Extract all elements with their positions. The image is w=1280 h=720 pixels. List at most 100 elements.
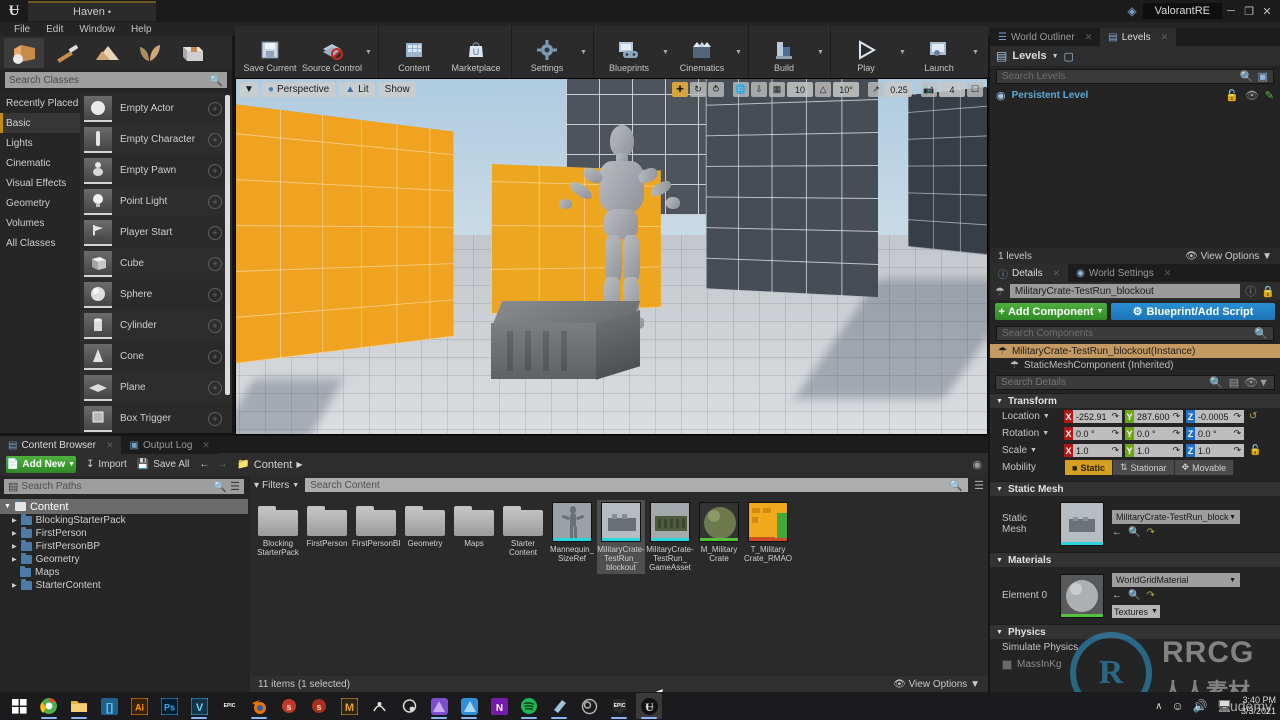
taskbar-app-substance-painter[interactable]: s: [276, 693, 302, 719]
reset-icon[interactable]: ↷: [1172, 411, 1180, 422]
section-static-mesh[interactable]: ▼ Static Mesh: [990, 481, 1280, 496]
marketplace-button[interactable]: U Marketplace: [445, 26, 507, 78]
tab-content-browser[interactable]: ▤ Content Browser ✕: [0, 436, 122, 454]
add-actor-icon[interactable]: +: [208, 411, 222, 426]
asset-view-options-icon[interactable]: ☰: [974, 479, 984, 492]
level-tab-haven[interactable]: Haven •: [28, 1, 156, 21]
tree-node-startercontent[interactable]: ▶ StarterContent: [0, 579, 248, 592]
menu-edit[interactable]: Edit: [38, 24, 71, 35]
content-search-input[interactable]: [310, 479, 950, 491]
section-physics[interactable]: ▼ Physics: [990, 624, 1280, 639]
back-icon[interactable]: ←: [199, 459, 209, 470]
close-icon[interactable]: ✕: [1164, 268, 1172, 279]
taskbar-app-onenote[interactable]: N: [486, 693, 512, 719]
mobility-static[interactable]: ■ Static: [1065, 460, 1113, 475]
grid-icon[interactable]: ▦: [769, 82, 785, 97]
actor-item-cube[interactable]: Cube +: [80, 248, 232, 279]
tab-output-log[interactable]: ▣ Output Log ✕: [121, 436, 218, 454]
details-search-field[interactable]: 🔍 ▤ 👁▼: [995, 375, 1275, 390]
taskbar-app-store[interactable]: []: [96, 693, 122, 719]
asset-cell-militarycrate-gameasset[interactable]: MilitaryCrate- TestRun_ GameAsset: [646, 500, 694, 574]
build-caret-icon[interactable]: ▼: [815, 26, 826, 78]
viewport-options-button[interactable]: ▼: [240, 81, 258, 97]
reset-icon[interactable]: ↷: [1111, 445, 1119, 456]
close-button[interactable]: ✕: [1258, 2, 1276, 20]
rotation-snap-icon[interactable]: △: [815, 82, 831, 97]
add-actor-icon[interactable]: +: [208, 318, 222, 333]
maximize-viewport-icon[interactable]: ☐: [967, 82, 983, 97]
location-x[interactable]: X -252.91 ↷: [1064, 410, 1122, 423]
close-icon[interactable]: ✕: [106, 440, 114, 451]
paths-search-field[interactable]: ▤ 🔍 ☰: [4, 479, 244, 494]
mobility-movable[interactable]: ✥ Movable: [1174, 460, 1235, 475]
close-icon[interactable]: ✕: [1161, 32, 1169, 43]
location-z[interactable]: Z -0.0005 ↷: [1186, 410, 1244, 423]
chevron-right-icon[interactable]: ▶: [296, 460, 302, 469]
scale-z[interactable]: Z 1.0 ↷: [1186, 444, 1244, 457]
blueprints-button[interactable]: Blueprints: [598, 26, 660, 78]
tray-chevron-icon[interactable]: ∧: [1155, 701, 1162, 712]
tab-world-settings[interactable]: ◉ World Settings ✕: [1068, 264, 1180, 282]
rotate-icon[interactable]: ↻: [690, 82, 706, 97]
levels-search-input[interactable]: [1002, 71, 1240, 82]
levels-dropdown-icon[interactable]: ▼: [1052, 53, 1059, 60]
actor-item-empty-actor[interactable]: Empty Actor +: [80, 93, 232, 124]
source-control-caret-icon[interactable]: ▼: [363, 26, 374, 78]
taskbar-app-file-explorer[interactable]: [66, 693, 92, 719]
foliage-mode-button[interactable]: [130, 38, 170, 68]
tree-node-firstperson[interactable]: ▶ FirstPerson: [0, 527, 248, 540]
asset-cell-m-militarycrate[interactable]: M_Military Crate: [695, 500, 743, 574]
tab-details[interactable]: ⓘ Details ✕: [990, 264, 1069, 282]
play-caret-icon[interactable]: ▼: [897, 26, 908, 78]
rotation-z[interactable]: Z 0.0 ° ↷: [1186, 427, 1244, 440]
discord-icon[interactable]: ☺: [1172, 699, 1184, 713]
content-browser-lock-icon[interactable]: ◉: [972, 458, 982, 471]
chevron-down-icon[interactable]: ▼: [1043, 413, 1050, 420]
taskbar-app-vegas[interactable]: V: [186, 693, 212, 719]
actor-item-cylinder[interactable]: Cylinder +: [80, 310, 232, 341]
reset-icon[interactable]: ↷: [1111, 411, 1119, 422]
chevron-down-icon[interactable]: ▼: [1042, 430, 1049, 437]
collapse-tree-icon[interactable]: ▤: [8, 480, 18, 493]
taskbar-app-obs-studio[interactable]: [576, 693, 602, 719]
actor-item-empty-pawn[interactable]: Empty Pawn +: [80, 155, 232, 186]
asset-cell-militarycrate-blockout[interactable]: MilitaryCrate- TestRun_ blockout: [597, 500, 645, 574]
name-info-icon[interactable]: ⓘ: [1245, 283, 1256, 299]
category-lights[interactable]: Lights: [0, 133, 80, 153]
levels-view-options[interactable]: 👁 View Options ▼: [1185, 251, 1272, 262]
details-search-input[interactable]: [1001, 377, 1210, 388]
category-volumes[interactable]: Volumes: [0, 213, 80, 233]
static-mesh-thumbnail[interactable]: [1060, 502, 1104, 546]
levels-add-icon[interactable]: ▢: [1064, 50, 1074, 63]
eye-icon[interactable]: 👁: [1245, 89, 1259, 102]
minimize-button[interactable]: ─: [1222, 2, 1240, 20]
static-mesh-dropdown[interactable]: MilitaryCrate-TestRun_blockout ▼: [1112, 510, 1240, 524]
tree-node-blockingstarterpack[interactable]: ▶ BlockingStarterPack: [0, 514, 248, 527]
asset-cell-folder[interactable]: Starter Content: [499, 500, 547, 574]
taskbar-app-quixel-mixer[interactable]: [396, 693, 422, 719]
actor-name-field[interactable]: MilitaryCrate-TestRun_blockout: [1009, 284, 1241, 298]
build-button[interactable]: Build: [753, 26, 815, 78]
launch-button[interactable]: Launch: [908, 26, 970, 78]
pencil-icon[interactable]: ✎: [1265, 89, 1274, 102]
details-view-options-icon[interactable]: 👁▼: [1244, 376, 1269, 389]
location-revert-icon[interactable]: ↺: [1249, 411, 1257, 422]
use-selected-icon[interactable]: ←: [1112, 590, 1122, 601]
chevron-right-icon[interactable]: ▶: [12, 543, 17, 550]
world-icon[interactable]: 🌐: [733, 82, 749, 97]
section-materials[interactable]: ▼ Materials: [990, 552, 1280, 567]
windows-icon[interactable]: [6, 693, 32, 719]
filters-button[interactable]: ▾ Filters ▼: [254, 480, 299, 491]
component-row-staticmesh[interactable]: ☂ StaticMeshComponent (Inherited): [990, 358, 1280, 372]
taskbar-app-blender[interactable]: [246, 693, 272, 719]
chevron-right-icon[interactable]: ▶: [12, 556, 17, 563]
asset-cell-folder[interactable]: Blocking StarterPack: [254, 500, 302, 574]
surface-snap-icon[interactable]: ⇩: [751, 82, 767, 97]
blueprint-add-script-button[interactable]: ⚙ Blueprint/Add Script: [1111, 303, 1275, 320]
levels-filter-icon[interactable]: ▣: [1258, 70, 1268, 83]
scale-lock-icon[interactable]: 🔓: [1249, 445, 1261, 456]
camera-speed-icon[interactable]: 📷: [921, 82, 937, 97]
level-viewport[interactable]: ▼ ● Perspective ▲ Lit Show ✚ ↻ ⥁ 🌐 ⇩ ▦ 1…: [235, 78, 988, 435]
grid-snap-value[interactable]: 10: [787, 82, 813, 97]
taskbar-app-unreal-engine[interactable]: Ʉ: [636, 693, 662, 719]
